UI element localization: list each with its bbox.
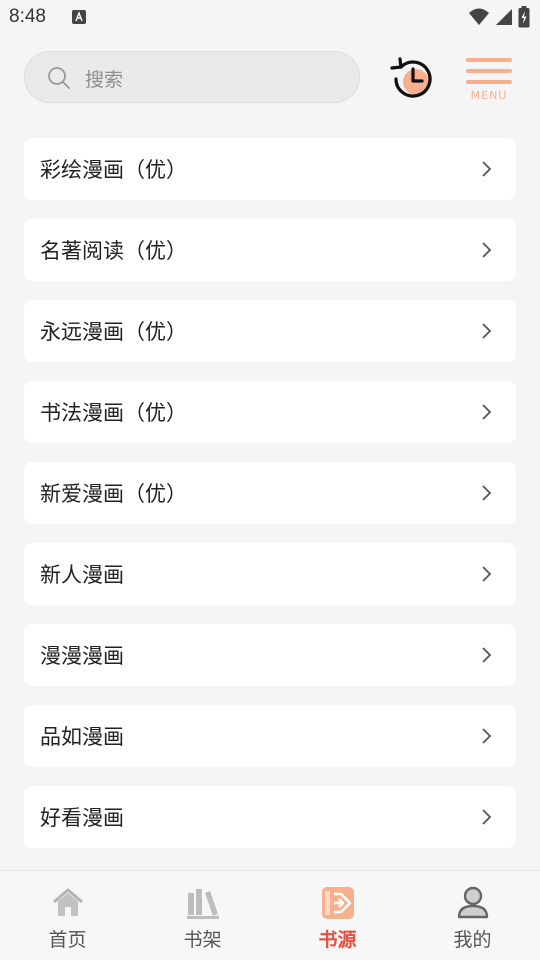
chevron-right-icon: [482, 809, 492, 825]
chevron-right-icon: [482, 485, 492, 501]
menu-icon: [466, 58, 512, 62]
nav-label: 首页: [48, 929, 87, 951]
list-item[interactable]: 彩绘漫画（优）: [24, 138, 516, 200]
source-list: 彩绘漫画（优） 名著阅读（优） 永远漫画（优） 书法漫画（优） 新爱漫画（优） …: [24, 138, 516, 866]
list-item-label: 永远漫画（优）: [40, 320, 187, 344]
signal-icon: [496, 9, 512, 25]
list-item[interactable]: 漫漫漫画: [24, 624, 516, 686]
accessibility-a-icon: [72, 10, 86, 24]
chevron-right-icon: [482, 323, 492, 339]
list-item-label: 品如漫画: [40, 725, 124, 749]
nav-label: 书源: [318, 929, 357, 951]
history-icon[interactable]: [388, 55, 436, 103]
status-indicators: [468, 6, 530, 28]
list-item-label: 书法漫画（优）: [40, 401, 187, 425]
list-item[interactable]: 书法漫画（优）: [24, 381, 516, 443]
list-item-label: 名著阅读（优）: [40, 239, 187, 263]
chevron-right-icon: [482, 161, 492, 177]
list-item-label: 新爱漫画（优）: [40, 482, 187, 506]
list-item-label: 新人漫画: [40, 563, 124, 587]
source-icon: [321, 887, 354, 919]
search-icon: [48, 67, 70, 89]
chevron-right-icon: [482, 566, 492, 582]
battery-charging-icon: [518, 6, 530, 28]
bookshelf-icon: [186, 889, 219, 919]
menu-label: MENU: [470, 89, 508, 102]
chevron-right-icon: [482, 647, 492, 663]
nav-item-home[interactable]: 首页: [0, 871, 135, 960]
list-item[interactable]: 名著阅读（优）: [24, 219, 516, 281]
status-time: 8:48: [9, 6, 46, 27]
list-item-label: 好看漫画: [40, 806, 124, 830]
home-icon: [52, 888, 83, 916]
menu-button[interactable]: MENU: [464, 56, 514, 104]
list-item[interactable]: 新人漫画: [24, 543, 516, 605]
list-item[interactable]: 品如漫画: [24, 705, 516, 767]
nav-label: 书架: [183, 929, 222, 951]
nav-item-source[interactable]: 书源: [270, 871, 405, 960]
list-item[interactable]: 新爱漫画（优）: [24, 462, 516, 524]
profile-icon: [457, 886, 488, 919]
search-input[interactable]: 搜索: [24, 51, 360, 103]
search-placeholder: 搜索: [85, 69, 124, 91]
list-item-label: 漫漫漫画: [40, 644, 124, 668]
nav-item-bookshelf[interactable]: 书架: [135, 871, 270, 960]
list-item-label: 彩绘漫画（优）: [40, 158, 187, 182]
wifi-icon: [469, 8, 489, 25]
nav-item-profile[interactable]: 我的: [405, 871, 540, 960]
list-item[interactable]: 好看漫画: [24, 786, 516, 848]
status-bar: 8:48: [0, 0, 540, 36]
list-item[interactable]: 永远漫画（优）: [24, 300, 516, 362]
chevron-right-icon: [482, 242, 492, 258]
chevron-right-icon: [482, 404, 492, 420]
chevron-right-icon: [482, 728, 492, 744]
bottom-nav: 首页 书架 书源 我的: [0, 870, 540, 960]
nav-label: 我的: [453, 929, 492, 951]
